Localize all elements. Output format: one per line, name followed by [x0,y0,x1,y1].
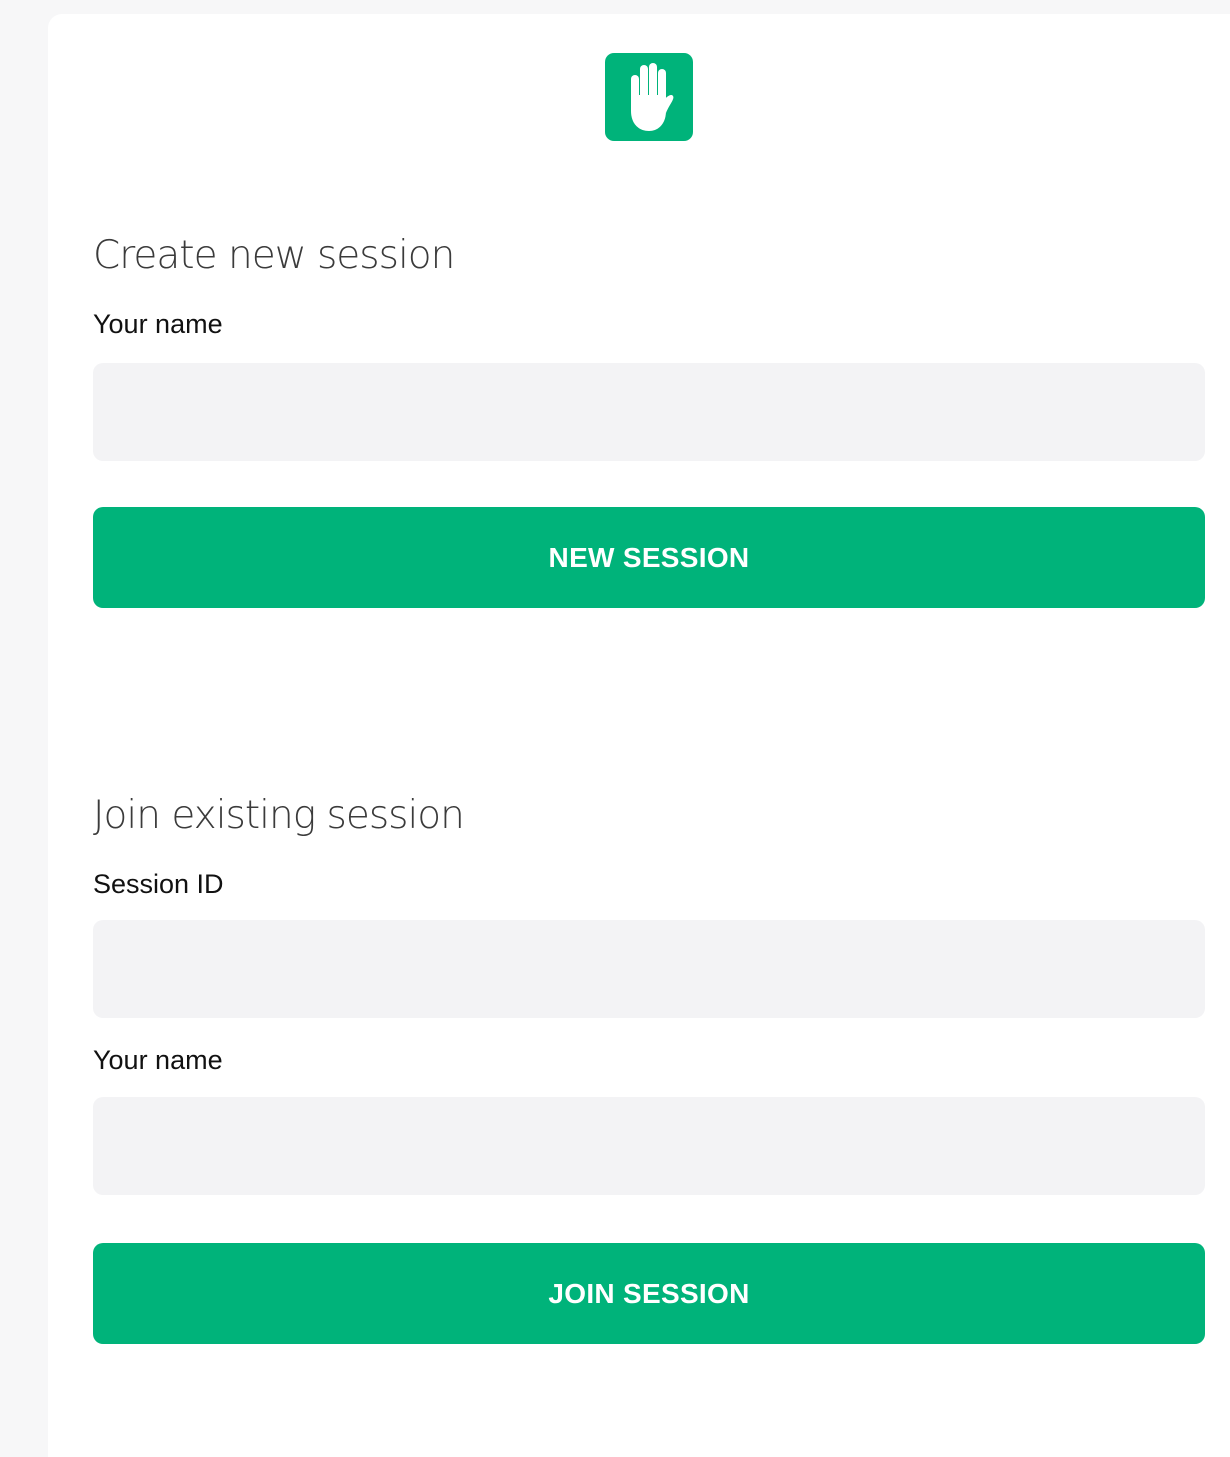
session-card [48,14,1230,1457]
join-name-input[interactable] [93,1097,1205,1195]
create-name-input[interactable] [93,363,1205,461]
create-session-title: Create new session [93,233,455,278]
new-session-button-label: NEW SESSION [548,541,750,573]
app-logo [605,53,693,141]
join-session-button-label: JOIN SESSION [548,1277,750,1309]
session-id-input[interactable] [93,920,1205,1018]
join-session-title: Join existing session [93,793,465,838]
join-name-label: Your name [93,1045,223,1075]
join-session-button[interactable]: JOIN SESSION [93,1243,1205,1344]
create-name-label: Your name [93,309,223,339]
new-session-button[interactable]: NEW SESSION [93,507,1205,608]
session-id-label: Session ID [93,869,224,899]
raised-hand-icon [631,63,674,131]
